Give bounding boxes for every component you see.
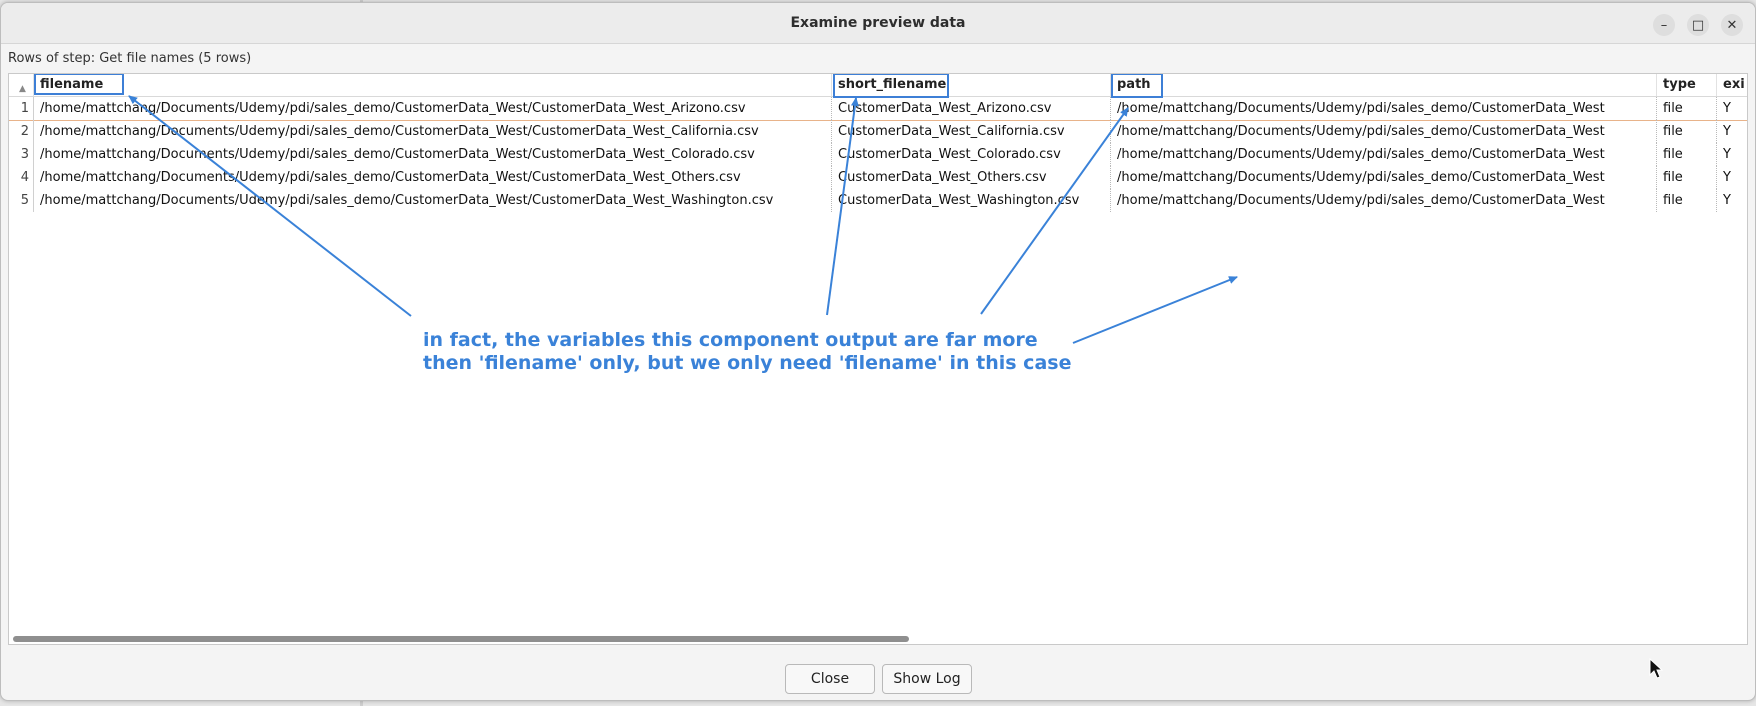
show-log-button[interactable]: Show Log bbox=[882, 664, 972, 694]
mouse-pointer-icon bbox=[1649, 658, 1663, 679]
arrow-to-short-filename bbox=[826, 97, 859, 316]
arrow-to-filename bbox=[128, 95, 412, 317]
annotation-arrows bbox=[128, 95, 1238, 344]
preview-dialog: Examine preview data – □ ✕ Rows of step:… bbox=[0, 2, 1756, 701]
close-button[interactable]: Close bbox=[785, 664, 875, 694]
arrow-to-path bbox=[980, 107, 1129, 315]
arrow-to-right bbox=[1072, 276, 1238, 344]
